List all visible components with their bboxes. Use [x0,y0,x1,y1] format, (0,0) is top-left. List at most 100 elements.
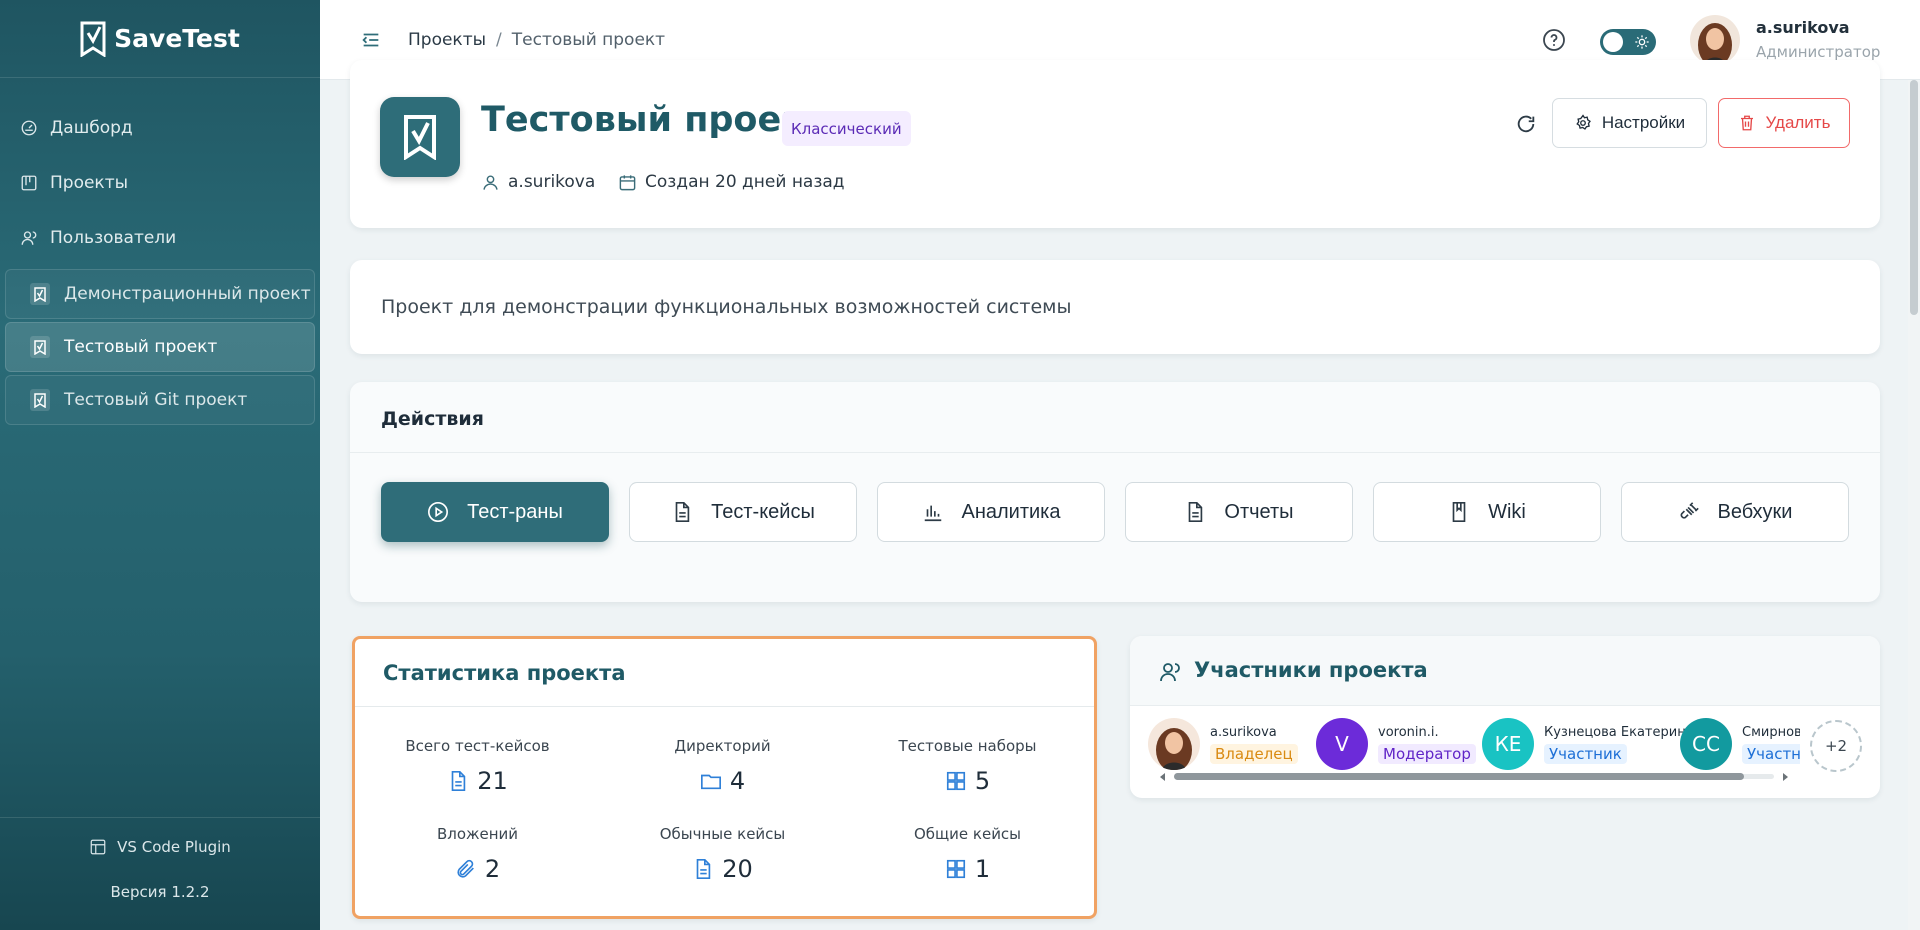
project-stats-card: Статистика проекта Всего тест-кейсов 21 … [352,636,1097,919]
stat-value-row: 5 [845,767,1090,795]
stat-test-suites: Тестовые наборы 5 [845,737,1090,795]
breadcrumb-current: Тестовый проект [511,29,666,50]
scroll-left-icon[interactable] [1158,772,1168,782]
stat-value: 1 [974,855,991,883]
stat-label: Обычные кейсы [659,825,786,843]
member-item[interactable]: СС Смирнов Участник [1680,718,1800,770]
project-type-badge: Классический [782,111,911,146]
analytics-button[interactable]: Аналитика [877,482,1105,542]
app-logo[interactable]: SaveTest [0,0,320,78]
settings-button[interactable]: Настройки [1552,98,1707,148]
sidebar-project-label: Тестовый Git проект [64,390,248,410]
sidebar-project-label: Тестовый проект [64,337,218,357]
reports-button[interactable]: Отчеты [1125,482,1353,542]
refresh-icon[interactable] [1515,113,1537,135]
users-icon [1160,663,1180,682]
stat-value-row: 2 [355,855,600,883]
book-icon [1452,502,1466,522]
member-name: Смирнов [1742,724,1800,740]
page-scroll-thumb[interactable] [1910,80,1918,315]
actions-card: Действия Тест-раны Тест-кейсы Аналитика … [350,382,1880,602]
member-item[interactable]: КЕ Кузнецова Екатерина Участник [1482,718,1694,770]
project-icon [30,283,50,305]
member-name: a.surikova [1210,724,1277,740]
sidebar-item-users[interactable]: Пользователи [0,210,320,265]
play-circle-icon [428,502,449,522]
project-title: Тестовый проект [481,100,826,140]
divider [350,452,1880,453]
stat-value-row: 1 [845,855,1090,883]
toggle-knob [1603,32,1623,52]
stat-total-cases: Всего тест-кейсов 21 [355,737,600,795]
stat-value-row: 21 [355,767,600,795]
more-members-button[interactable]: +2 [1810,720,1862,772]
grid-icon [946,859,965,879]
sidebar-item-dashboard[interactable]: Дашборд [0,100,320,155]
project-description-card: Проект для демонстрации функциональных в… [350,260,1880,354]
breadcrumb: Проекты / Тестовый проект [408,30,665,50]
sidebar-project-demo[interactable]: Демонстрационный проект [5,269,315,319]
settings-button-label: Настройки [1601,113,1686,132]
user-info[interactable]: a.surikova Администратор [1756,18,1880,61]
member-role: Участник [1544,743,1627,764]
member-item[interactable]: V voronin.i. Модератор [1316,718,1476,770]
member-role: Участник [1742,743,1800,764]
sidebar-item-label: Проекты [50,172,129,193]
stat-value: 4 [729,767,746,795]
member-name: voronin.i. [1378,724,1439,740]
member-item[interactable]: a.surikova Владелец [1148,718,1298,770]
webhooks-button[interactable]: Вебхуки [1621,482,1849,542]
users-icon [21,230,37,245]
user-role: Администратор [1756,43,1881,61]
avatar [1148,718,1200,770]
delete-button[interactable]: Удалить [1718,98,1850,148]
test-runs-button[interactable]: Тест-раны [381,482,609,542]
stat-attachments: Вложений 2 [355,825,600,883]
stat-value-row: 20 [600,855,845,883]
stat-label: Общие кейсы [913,825,1022,843]
document-icon [696,859,711,879]
menu-collapse-icon[interactable] [360,29,382,51]
webhooks-label: Вебхуки [1717,500,1793,523]
trash-icon [1740,115,1753,131]
project-header-card: Тестовый проект Классический a.surikova … [350,60,1880,228]
user-avatar[interactable] [1690,15,1740,65]
page-scrollbar[interactable] [1908,80,1920,930]
test-cases-button[interactable]: Тест-кейсы [629,482,857,542]
wiki-button[interactable]: Wiki [1373,482,1601,542]
project-icon [30,336,50,358]
delete-button-label: Удалить [1765,113,1831,132]
avatar: КЕ [1482,718,1534,770]
document-icon [675,502,690,522]
vscode-plugin-link[interactable]: VS Code Plugin [0,818,320,875]
stat-value: 5 [974,767,991,795]
help-icon[interactable] [1542,28,1566,52]
members-title: Участники проекта [1194,658,1428,682]
sidebar-project-git[interactable]: Тестовый Git проект [5,375,315,425]
project-created-text: Создан 20 дней назад [645,172,845,192]
project-description: Проект для демонстрации функциональных в… [381,296,1072,318]
stat-shared-cases: Общие кейсы 1 [845,825,1090,883]
project-icon [30,389,50,411]
avatar: V [1316,718,1368,770]
sun-icon [1635,35,1649,49]
members-header: Участники проекта [1130,636,1880,706]
scroll-right-icon[interactable] [1780,772,1790,782]
member-role: Модератор [1378,743,1476,764]
member-name: Кузнецова Екатерина [1544,724,1694,740]
scroll-thumb[interactable] [1174,773,1744,780]
sidebar-item-projects[interactable]: Проекты [0,155,320,210]
folder-icon [700,774,721,790]
theme-toggle[interactable] [1600,29,1656,55]
projects-icon [21,175,37,190]
stat-label: Директорий [674,737,771,755]
project-logo [380,97,460,177]
sidebar-projects-list: Демонстрационный проект Тестовый проект … [0,269,320,425]
breadcrumb-separator: / [496,29,502,50]
app-name: SaveTest [114,24,240,53]
dashboard-icon [21,120,37,135]
app-version: Версия 1.2.2 [110,883,210,901]
sidebar-project-test[interactable]: Тестовый проект [5,322,315,372]
members-scrollbar[interactable] [1158,772,1790,782]
breadcrumb-projects[interactable]: Проекты [408,30,486,50]
